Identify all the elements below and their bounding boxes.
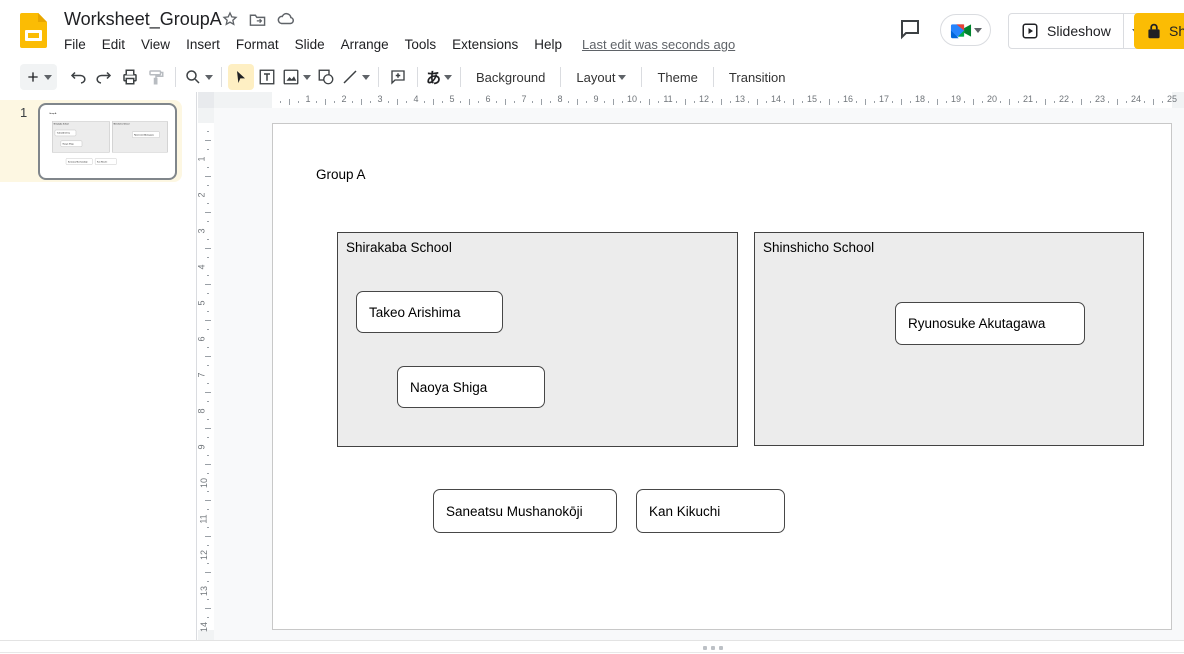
menu-bar: File Edit View Insert Format Slide Arran… xyxy=(64,35,735,54)
slide-canvas[interactable]: Group A Shirakaba School Takeo Arishima … xyxy=(272,123,1172,630)
v-ruler-scale: 1234567891011121314 xyxy=(198,123,214,630)
notes-drag-handle-icon[interactable] xyxy=(703,646,723,650)
menu-help[interactable]: Help xyxy=(526,35,570,54)
print-icon xyxy=(121,68,139,86)
menu-view[interactable]: View xyxy=(133,35,178,54)
slideshow-button[interactable]: Slideshow xyxy=(1008,13,1149,49)
slideshow-label: Slideshow xyxy=(1047,23,1111,39)
text-box-button[interactable] xyxy=(254,64,280,90)
input-tools-caret-icon xyxy=(444,75,452,80)
shape-icon xyxy=(317,68,335,86)
last-edit-link[interactable]: Last edit was seconds ago xyxy=(582,37,735,52)
slideshow-play-icon xyxy=(1021,22,1039,40)
star-icon[interactable] xyxy=(222,11,238,27)
group-label: Shinshicho School xyxy=(763,240,874,255)
meet-button[interactable] xyxy=(940,14,991,46)
group-label: Shirakaba School xyxy=(346,240,452,255)
zoom-icon xyxy=(184,68,202,86)
bottom-bar xyxy=(0,640,1184,654)
theme-button[interactable]: Theme xyxy=(648,64,706,90)
cloud-status-icon[interactable] xyxy=(277,12,295,26)
line-caret-icon xyxy=(362,75,370,80)
select-tool-button[interactable] xyxy=(228,64,254,90)
new-slide-caret-icon xyxy=(44,75,52,80)
undo-button[interactable] xyxy=(65,64,91,90)
insert-image-button[interactable] xyxy=(280,64,313,90)
menu-tools[interactable]: Tools xyxy=(397,35,445,54)
zoom-button[interactable] xyxy=(182,64,215,90)
vertical-ruler: 1234567891011121314 xyxy=(198,108,214,640)
menu-edit[interactable]: Edit xyxy=(94,35,133,54)
meet-caret-icon xyxy=(974,28,982,33)
zoom-caret-icon xyxy=(205,75,213,80)
add-comment-icon xyxy=(389,68,407,86)
paint-format-button[interactable] xyxy=(143,64,169,90)
background-button[interactable]: Background xyxy=(467,64,554,90)
print-button[interactable] xyxy=(117,64,143,90)
group-box-shirakaba[interactable]: Shirakaba School Takeo Arishima Naoya Sh… xyxy=(337,232,738,447)
share-button[interactable]: Share xyxy=(1134,13,1184,49)
image-caret-icon xyxy=(303,75,311,80)
input-tools-glyph: あ xyxy=(426,67,441,88)
name-box-takeo-arishima[interactable]: Takeo Arishima xyxy=(356,291,503,333)
group-box-shinshicho[interactable]: Shinshicho School Ryunosuke Akutagawa xyxy=(754,232,1144,446)
h-ruler-scale: 1234567891011121314151617181920212223242… xyxy=(272,92,1172,108)
move-folder-icon[interactable] xyxy=(249,12,266,27)
name-box-kan-kikuchi[interactable]: Kan Kikuchi xyxy=(636,489,785,533)
menu-slide[interactable]: Slide xyxy=(287,35,333,54)
image-icon xyxy=(282,68,300,86)
new-slide-button[interactable] xyxy=(20,64,57,90)
input-tools-button[interactable]: あ xyxy=(424,64,454,90)
slides-logo-icon[interactable] xyxy=(20,13,47,48)
share-label: Share xyxy=(1169,23,1184,39)
comment-history-icon[interactable] xyxy=(898,17,924,43)
plus-icon xyxy=(25,69,41,85)
menu-format[interactable]: Format xyxy=(228,35,287,54)
document-title[interactable]: Worksheet_GroupA xyxy=(64,9,222,30)
insert-shape-button[interactable] xyxy=(313,64,339,90)
ruler-corner xyxy=(198,92,214,108)
menu-insert[interactable]: Insert xyxy=(178,35,228,54)
insert-comment-button[interactable] xyxy=(385,64,411,90)
app-header: Worksheet_GroupA File Edit View Insert F… xyxy=(0,0,1184,62)
toolbar: あ Background Layout Theme Transition xyxy=(0,62,1184,92)
menu-extensions[interactable]: Extensions xyxy=(444,35,526,54)
slide-filmstrip: 1 Group A Shirakaba School Takeo Arishim… xyxy=(0,92,197,640)
transition-button[interactable]: Transition xyxy=(720,64,795,90)
horizontal-ruler: 1234567891011121314151617181920212223242… xyxy=(198,92,1184,108)
paint-roller-icon xyxy=(147,68,165,86)
name-box-naoya-shiga[interactable]: Naoya Shiga xyxy=(397,366,545,408)
insert-line-button[interactable] xyxy=(339,64,372,90)
menu-file[interactable]: File xyxy=(64,35,94,54)
selected-slide-row: 1 Group A Shirakaba School Takeo Arishim… xyxy=(0,100,182,182)
text-box-icon xyxy=(258,68,276,86)
name-box-ryunosuke-akutagawa[interactable]: Ryunosuke Akutagawa xyxy=(895,302,1085,345)
redo-icon xyxy=(95,68,113,86)
canvas-area: 1234567891011121314151617181920212223242… xyxy=(198,92,1184,640)
name-box-saneatsu-mushanokoji[interactable]: Saneatsu Mushanokōji xyxy=(433,489,617,533)
slide-title-text[interactable]: Group A xyxy=(316,167,366,182)
menu-arrange[interactable]: Arrange xyxy=(333,35,397,54)
redo-button[interactable] xyxy=(91,64,117,90)
slide-number: 1 xyxy=(20,105,27,120)
lock-icon xyxy=(1147,23,1161,39)
meet-camera-icon xyxy=(950,22,972,39)
layout-caret-icon xyxy=(618,75,626,80)
layout-button[interactable]: Layout xyxy=(567,64,635,90)
slide-thumbnail[interactable]: Group A Shirakaba School Takeo Arishima … xyxy=(38,103,177,180)
line-icon xyxy=(341,68,359,86)
cursor-icon xyxy=(233,69,249,85)
undo-icon xyxy=(69,68,87,86)
